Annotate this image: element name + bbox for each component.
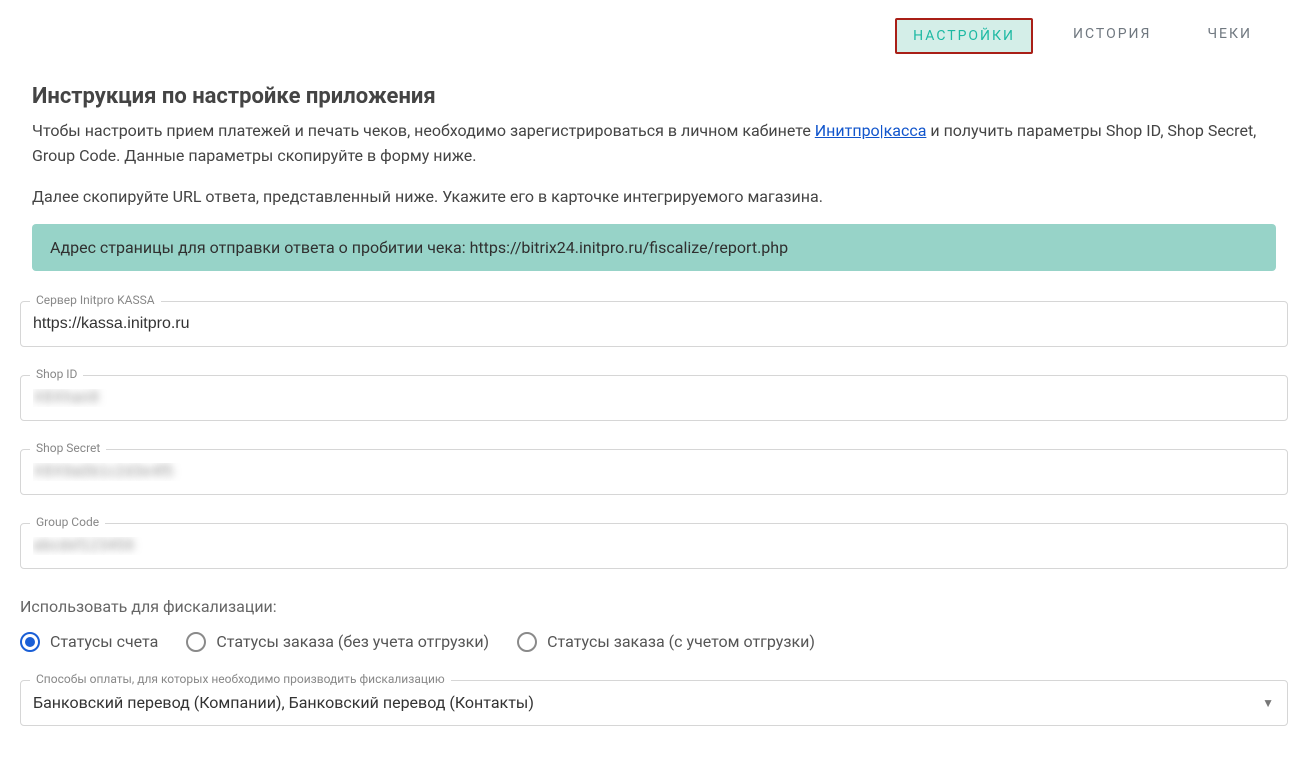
label-payment-methods: Способы оплаты, для которых необходимо п… [30,672,451,686]
fiscal-section-label: Использовать для фискализации: [20,597,1288,616]
tab-settings[interactable]: НАСТРОЙКИ [895,18,1033,54]
label-shop-secret: Shop Secret [30,441,106,455]
field-payment-methods: Способы оплаты, для которых необходимо п… [20,680,1288,726]
tab-receipts[interactable]: ЧЕКИ [1191,18,1268,54]
radio-row: Статусы счета Статусы заказа (без учета … [20,632,1288,652]
radio-order-with-ship[interactable]: Статусы заказа (с учетом отгрузки) [517,632,815,652]
field-shop-secret: Shop Secret [20,449,1288,495]
input-shop-id[interactable] [20,375,1288,421]
radio-order-no-ship[interactable]: Статусы заказа (без учета отгрузки) [186,632,489,652]
radio-label: Статусы заказа (без учета отгрузки) [216,632,489,651]
radio-label: Статусы заказа (с учетом отгрузки) [547,632,815,651]
intro-2: Далее скопируйте URL ответа, представлен… [32,187,1276,206]
field-server: Сервер Initpro KASSA [20,301,1288,347]
input-shop-secret[interactable] [20,449,1288,495]
input-server[interactable] [20,301,1288,347]
label-shop-id: Shop ID [30,367,83,381]
select-value: Банковский перевод (Компании), Банковски… [33,693,534,712]
radio-label: Статусы счета [50,632,158,651]
field-shop-id: Shop ID [20,375,1288,421]
select-payment-methods[interactable]: Банковский перевод (Компании), Банковски… [20,680,1288,726]
label-server: Сервер Initpro KASSA [30,293,161,307]
field-group-code: Group Code [20,523,1288,569]
intro: Чтобы настроить прием платежей и печать … [32,119,1276,169]
label-group-code: Group Code [30,515,105,529]
callback-url-callout: Адрес страницы для отправки ответа о про… [32,224,1276,271]
tabs: НАСТРОЙКИ ИСТОРИЯ ЧЕКИ [0,0,1308,84]
radio-icon [20,632,40,652]
radio-invoice-status[interactable]: Статусы счета [20,632,158,652]
tab-history[interactable]: ИСТОРИЯ [1057,18,1167,54]
page-title: Инструкция по настройке приложения [32,84,1276,109]
initpro-link[interactable]: Инитпро|касса [815,121,927,140]
radio-icon [517,632,537,652]
radio-icon [186,632,206,652]
chevron-down-icon: ▼ [1262,696,1274,710]
intro-before: Чтобы настроить прием платежей и печать … [32,121,815,140]
input-group-code[interactable] [20,523,1288,569]
